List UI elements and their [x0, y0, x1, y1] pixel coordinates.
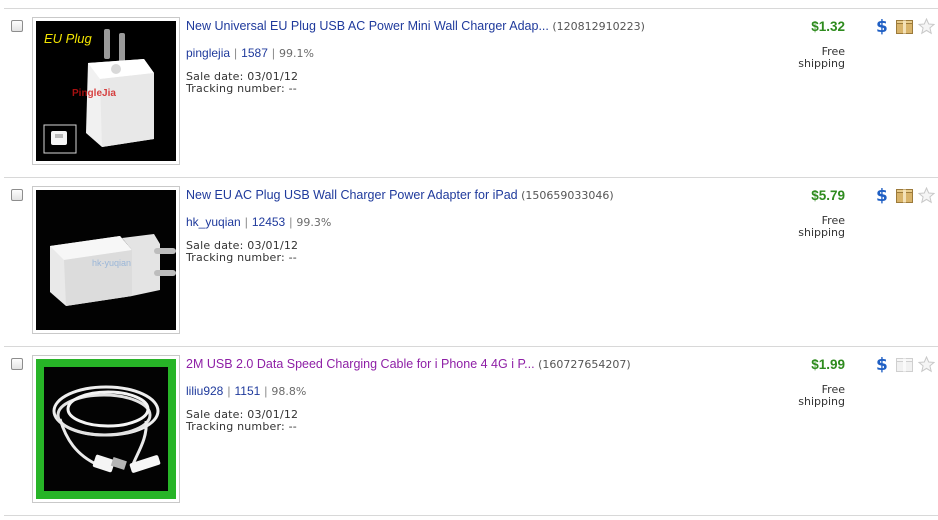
select-checkbox[interactable]: [11, 358, 23, 370]
feedback-score-link[interactable]: 1587: [241, 46, 268, 60]
item-thumbnail[interactable]: [32, 355, 180, 503]
item-title-link[interactable]: New Universal EU Plug USB AC Power Mini …: [186, 19, 549, 33]
item-thumbnail[interactable]: EU Plug PingleJia: [32, 17, 180, 165]
listing-row: EU Plug PingleJia New Universal EU Plug …: [0, 9, 938, 178]
star-icon[interactable]: [918, 356, 935, 373]
listing-title: New Universal EU Plug USB AC Power Mini …: [186, 19, 645, 33]
package-icon[interactable]: [896, 20, 913, 34]
item-id: (120812910223): [552, 20, 645, 33]
tracking-number: Tracking number: --: [186, 251, 297, 264]
select-checkbox[interactable]: [11, 20, 23, 32]
usb-cable-image: [36, 359, 176, 499]
feedback-score-link[interactable]: 1151: [234, 384, 260, 398]
shipping-info: Free shipping: [798, 214, 845, 239]
seller-info: hk_yuqian | 12453 | 99.3%: [186, 215, 332, 229]
star-icon[interactable]: [918, 18, 935, 35]
shipping-info: Free shipping: [798, 383, 845, 408]
tracking-number: Tracking number: --: [186, 420, 297, 433]
select-checkbox[interactable]: [11, 189, 23, 201]
seller-info: liliu928 | 1151 | 98.8%: [186, 384, 307, 398]
listing-row: hk-yuqian New EU AC Plug USB Wall Charge…: [0, 178, 938, 347]
seller-info: pinglejia | 1587 | 99.1%: [186, 46, 314, 60]
listing-title: 2M USB 2.0 Data Speed Charging Cable for…: [186, 357, 631, 371]
listing-title: New EU AC Plug USB Wall Charger Power Ad…: [186, 188, 614, 202]
listing-row: 2M USB 2.0 Data Speed Charging Cable for…: [0, 347, 938, 516]
item-price: $1.32: [811, 19, 845, 34]
feedback-percent: 99.3%: [296, 216, 332, 229]
row-divider: [4, 515, 938, 516]
feedback-percent: 99.1%: [279, 47, 314, 60]
image-watermark: PingleJia: [72, 88, 116, 99]
item-id: (150659033046): [521, 189, 614, 202]
feedback-score-link[interactable]: 12453: [252, 215, 285, 229]
dollar-icon[interactable]: $: [876, 355, 888, 375]
dollar-icon[interactable]: $: [876, 186, 888, 206]
package-icon[interactable]: [896, 358, 913, 372]
seller-link[interactable]: liliu928: [186, 384, 223, 398]
feedback-percent: 98.8%: [271, 385, 307, 398]
item-price: $5.79: [811, 188, 845, 203]
seller-link[interactable]: hk_yuqian: [186, 215, 241, 229]
purchase-history-list: EU Plug PingleJia New Universal EU Plug …: [0, 0, 938, 520]
tracking-number: Tracking number: --: [186, 82, 297, 95]
package-icon[interactable]: [896, 189, 913, 203]
item-title-link[interactable]: 2M USB 2.0 Data Speed Charging Cable for…: [186, 357, 535, 371]
seller-link[interactable]: pinglejia: [186, 46, 230, 60]
image-watermark: hk-yuqian: [92, 258, 131, 268]
star-icon[interactable]: [918, 187, 935, 204]
item-title-link[interactable]: New EU AC Plug USB Wall Charger Power Ad…: [186, 188, 518, 202]
eu-charger-image: EU Plug PingleJia: [36, 21, 176, 161]
dollar-icon[interactable]: $: [876, 17, 888, 37]
item-price: $1.99: [811, 357, 845, 372]
shipping-info: Free shipping: [798, 45, 845, 70]
image-label: EU Plug: [44, 31, 92, 46]
ipad-charger-image: hk-yuqian: [36, 190, 176, 330]
item-thumbnail[interactable]: hk-yuqian: [32, 186, 180, 334]
item-id: (160727654207): [538, 358, 631, 371]
